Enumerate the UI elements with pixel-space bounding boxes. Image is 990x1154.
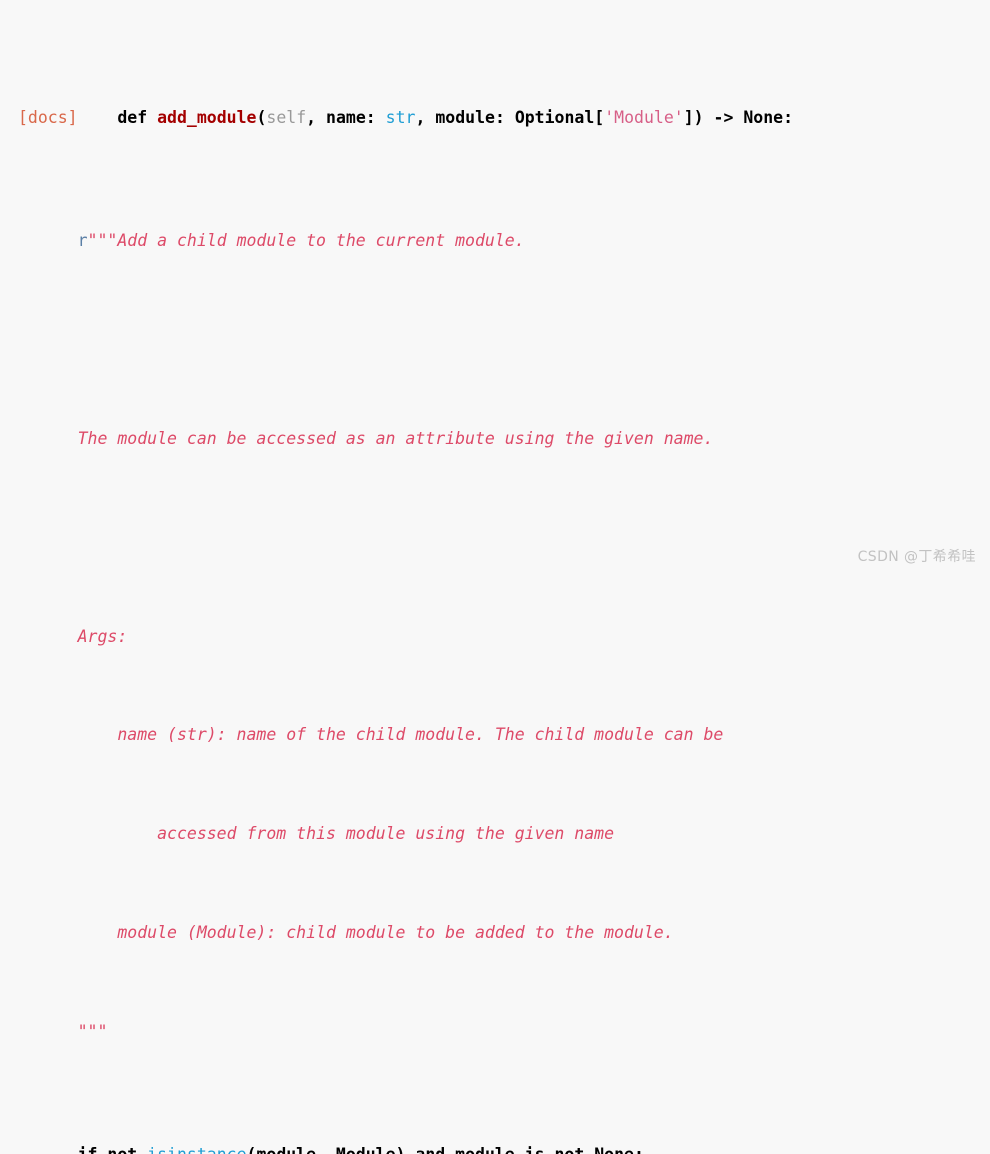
- return-type-none: None: [743, 107, 784, 127]
- signature-bracket-close: ]: [683, 107, 694, 127]
- signature-comma-1: ,: [306, 107, 327, 127]
- param-name: name: [326, 107, 366, 127]
- code-line-docstring-arg-name-cont: accessed from this module using the give…: [0, 822, 892, 847]
- signature-close-paren: ): [693, 107, 704, 127]
- keyword-def: def: [117, 107, 148, 127]
- code-line-blank-2: [0, 526, 892, 551]
- quote-close: ': [673, 107, 684, 127]
- signature-comma-2: ,: [415, 107, 436, 127]
- code-line-docstring-args-header: Args:: [0, 625, 892, 650]
- docstring-args-label: Args:: [77, 626, 128, 646]
- param-module: module: [435, 107, 495, 127]
- docstring-arg-name: name (str): name of the child module. Th…: [77, 725, 724, 745]
- docstring-close-quotes: """: [77, 1021, 108, 1041]
- type-optional: Optional: [514, 107, 595, 127]
- type-str: str: [385, 107, 416, 127]
- signature-open-paren: (: [256, 107, 267, 127]
- type-module-literal: Module: [614, 107, 674, 127]
- docstring-description: The module can be accessed as an attribu…: [77, 428, 714, 448]
- docstring-summary: Add a child module to the current module…: [117, 231, 525, 251]
- colon-1: :: [634, 1145, 644, 1154]
- docstring-arg-name-continuation: accessed from this module using the give…: [77, 824, 615, 844]
- condition-and-1: and module is not None: [415, 1145, 634, 1154]
- signature-colon-2: :: [494, 107, 515, 127]
- code-line-docstring-arg-module: module (Module): child module to be adde…: [0, 921, 892, 946]
- function-name: add_module: [157, 107, 257, 127]
- code-line-docstring-close: """: [0, 1020, 892, 1045]
- return-arrow: ->: [703, 107, 744, 127]
- signature-end-colon: :: [783, 107, 794, 127]
- code-line-signature: [docs] def add_module(self, name: str, m…: [0, 106, 892, 131]
- signature-bracket-open: [: [594, 107, 605, 127]
- csdn-watermark: CSDN @丁希希哇: [857, 549, 976, 565]
- keyword-if: if: [78, 1145, 98, 1154]
- docs-anchor-link[interactable]: [docs]: [18, 108, 78, 127]
- docstring-open-quotes: """: [87, 231, 118, 251]
- docstring-raw-prefix: r: [77, 231, 88, 251]
- source-code-block: [docs] def add_module(self, name: str, m…: [0, 7, 892, 1154]
- code-viewer: [docs] def add_module(self, name: str, m…: [0, 0, 990, 1154]
- param-self: self: [266, 107, 307, 127]
- code-line-docstring-open: r"""Add a child module to the current mo…: [0, 229, 892, 254]
- quote-open: ': [604, 107, 615, 127]
- code-line-if-isinstance: if not isinstance(module, Module) and mo…: [0, 1143, 892, 1154]
- code-line-docstring-2: The module can be accessed as an attribu…: [0, 427, 892, 452]
- isinstance-args-1: (module, Module): [247, 1145, 406, 1154]
- code-line-docstring-arg-name: name (str): name of the child module. Th…: [0, 723, 892, 748]
- builtin-isinstance-1: isinstance: [147, 1145, 246, 1154]
- signature-colon-1: :: [365, 107, 386, 127]
- docstring-arg-module: module (Module): child module to be adde…: [77, 922, 674, 942]
- keyword-not-1: not: [107, 1145, 137, 1154]
- code-line-blank-1: [0, 328, 892, 353]
